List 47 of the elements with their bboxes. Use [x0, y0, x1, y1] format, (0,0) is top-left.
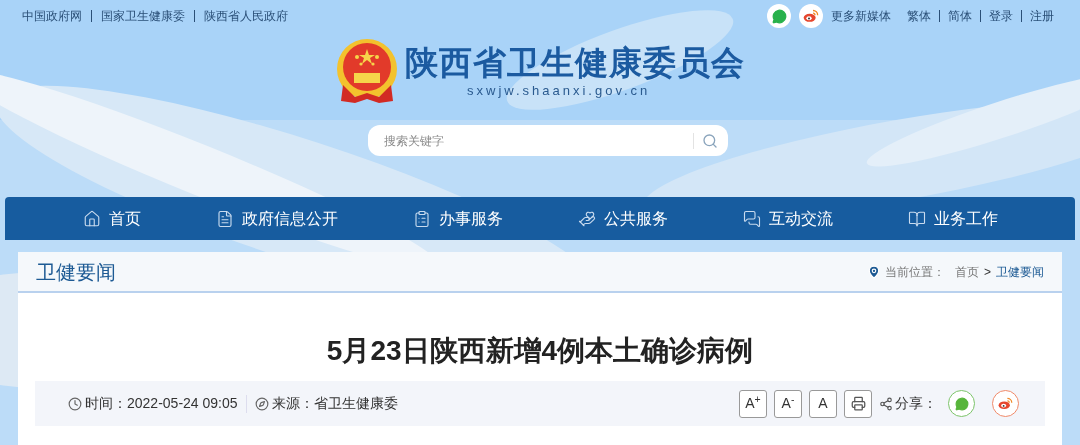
font-size-button[interactable]: A$^{-}$: [774, 389, 802, 418]
clipboard-icon: [412, 209, 431, 228]
print-button[interactable]: [844, 389, 872, 418]
nav-item[interactable]: 业务工作: [907, 206, 998, 231]
chat-bubbles-icon: [742, 209, 761, 228]
printer-icon: [850, 396, 866, 411]
top-link[interactable]: 注册: [1030, 7, 1054, 25]
top-link[interactable]: 国家卫生健康委: [101, 7, 185, 25]
wechat-share-button[interactable]: [948, 390, 975, 417]
source-value: 省卫生健康委: [313, 394, 398, 413]
location-label: 当前位置：: [885, 263, 945, 281]
weibo-share-button[interactable]: [992, 390, 1019, 417]
search-icon[interactable]: [701, 133, 718, 149]
clock-icon: [68, 396, 82, 411]
compass-icon: [254, 396, 269, 411]
breadcrumb-separator: >: [984, 263, 991, 281]
top-link[interactable]: 中国政府网: [22, 7, 82, 25]
top-link[interactable]: 陕西省人民政府: [204, 7, 288, 25]
time-label: 时间：: [85, 394, 127, 413]
site-domain: sxwjw.shaanxi.gov.cn: [467, 83, 651, 99]
font-size-button[interactable]: A$^{+}$: [739, 389, 767, 418]
nav-item[interactable]: 公共服务: [577, 206, 668, 231]
breadcrumb-link[interactable]: 卫健要闻: [996, 262, 1044, 281]
nav-item[interactable]: 政府信息公开: [215, 206, 338, 231]
source-label: 来源：: [271, 394, 314, 413]
document-icon: [215, 209, 234, 228]
breadcrumb-link[interactable]: 首页: [955, 262, 979, 281]
nav-item[interactable]: 办事服务: [412, 206, 503, 231]
nav-item[interactable]: 互动交流: [742, 206, 833, 231]
article-title: 5月23日陕西新增4例本土确诊病例: [326, 334, 754, 368]
section-title: 卫健要闻: [36, 259, 116, 285]
publish-time: 2022-05-24 09:05: [127, 394, 238, 413]
book-icon: [907, 209, 926, 228]
top-link[interactable]: 简体: [948, 7, 972, 25]
house-icon: [82, 209, 101, 228]
top-link[interactable]: 登录: [989, 7, 1013, 25]
share-icon: [879, 396, 893, 411]
location-pin-icon: [867, 264, 881, 279]
media-link[interactable]: 更多新媒体: [831, 7, 891, 25]
top-link[interactable]: 繁体: [907, 7, 931, 25]
nav-item[interactable]: 首页: [82, 206, 141, 231]
emblem-icon: [335, 37, 399, 105]
share-label: 分享：: [895, 394, 937, 413]
site-title: 陕西省卫生健康委员会: [405, 44, 745, 83]
search-field[interactable]: 搜索关键字: [367, 125, 728, 156]
hand-icon: [577, 209, 596, 228]
font-size-button[interactable]: A: [809, 389, 837, 418]
